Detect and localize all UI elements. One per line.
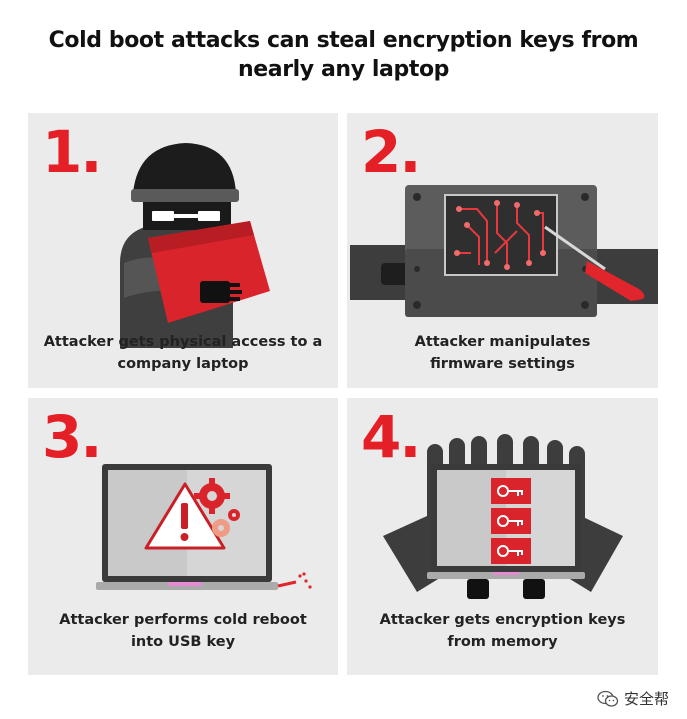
step-panel-1: 1. Attacker gets physical access to a co…: [28, 113, 338, 388]
step-caption-2: Attacker manipulates firmware settings: [357, 331, 648, 375]
caption-line: Attacker performs cold reboot: [59, 612, 307, 628]
step-panel-4: 4. Attacker gets encryption keys from me…: [347, 398, 658, 675]
caption-line: into USB key: [130, 634, 236, 650]
caption-line: from memory: [447, 634, 558, 650]
step-panel-3: 3. Attacker performs cold reboot into US…: [28, 398, 338, 675]
watermark: 安全帮: [597, 688, 669, 709]
caption-line: firmware settings: [430, 356, 575, 372]
title-line-2: nearly any laptop: [237, 57, 450, 82]
caption-line: Attacker manipulates: [414, 334, 591, 350]
wechat-icon: [597, 690, 619, 707]
caption-line: company laptop: [117, 356, 249, 372]
caption-line: Attacker gets encryption keys: [379, 612, 626, 628]
caption-line: Attacker gets physical access to a: [43, 334, 323, 350]
step-caption-4: Attacker gets encryption keys from memor…: [357, 609, 648, 653]
step-panel-2: 2. Attacker manipulates firmware setting…: [347, 113, 658, 388]
step-caption-3: Attacker performs cold reboot into USB k…: [38, 609, 328, 653]
title-line-1: Cold boot attacks can steal encryption k…: [48, 28, 639, 53]
watermark-text: 安全帮: [623, 690, 669, 708]
step-caption-1: Attacker gets physical access to a compa…: [38, 331, 328, 375]
page-title: Cold boot attacks can steal encryption k…: [0, 26, 687, 84]
